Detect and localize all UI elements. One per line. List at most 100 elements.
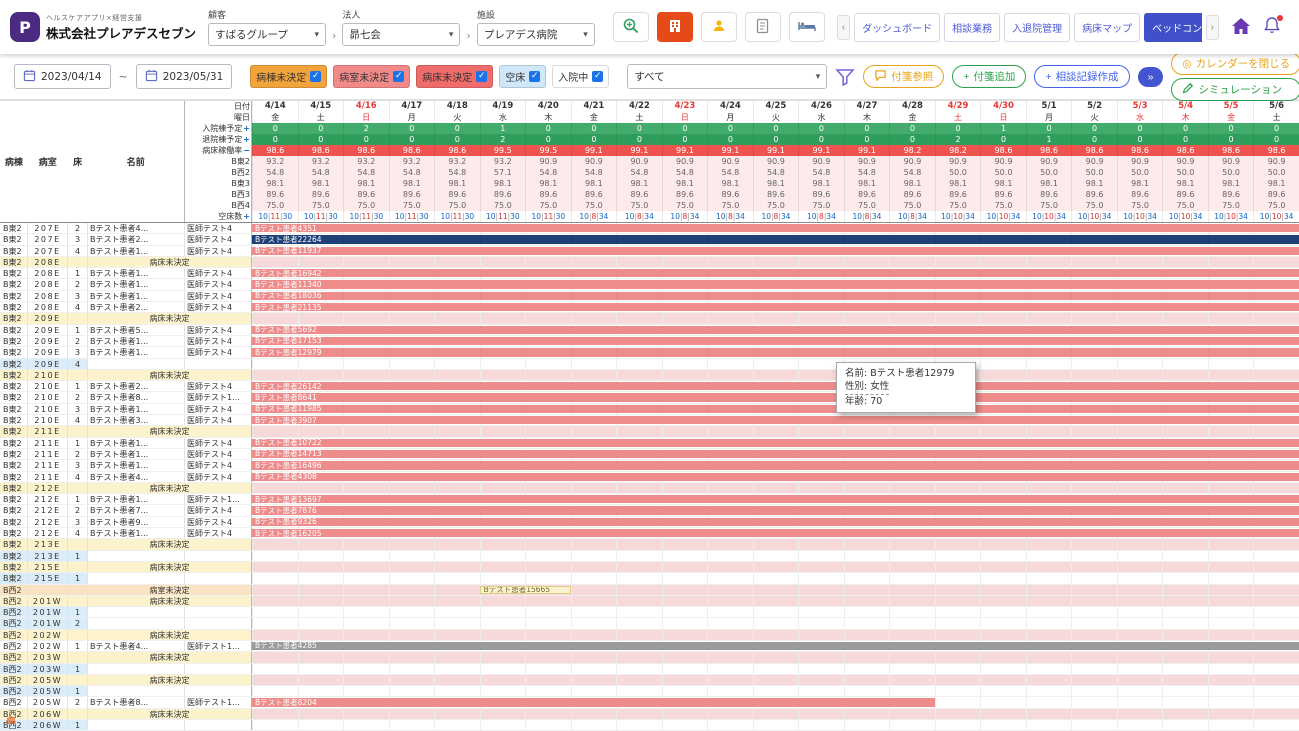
day-cell[interactable] <box>753 607 799 617</box>
day-cell[interactable] <box>980 551 1026 561</box>
gantt-bar[interactable]: Bテスト患者10722 <box>252 439 1299 447</box>
day-cell[interactable] <box>525 573 571 583</box>
day-cell[interactable] <box>434 539 480 549</box>
day-cell[interactable] <box>844 675 890 685</box>
day-cell[interactable] <box>298 370 344 380</box>
day-cell[interactable] <box>1253 551 1299 561</box>
record-view-button[interactable] <box>745 12 781 42</box>
day-cell[interactable] <box>1117 596 1163 606</box>
day-cell[interactable] <box>525 596 571 606</box>
day-cell[interactable] <box>662 562 708 572</box>
day-cell[interactable] <box>616 709 662 719</box>
day-cell[interactable] <box>480 596 526 606</box>
day-cell[interactable] <box>1117 607 1163 617</box>
gantt-bar[interactable]: Bテスト患者5692 <box>252 326 1299 334</box>
expand-icon[interactable]: + <box>243 135 250 144</box>
day-cell[interactable] <box>662 709 708 719</box>
day-cell[interactable] <box>980 630 1026 640</box>
day-cell[interactable] <box>662 539 708 549</box>
day-cell[interactable] <box>980 313 1026 323</box>
day-cell[interactable] <box>571 483 617 493</box>
day-cell[interactable] <box>1208 709 1254 719</box>
day-cell[interactable] <box>753 539 799 549</box>
day-cell[interactable] <box>389 630 435 640</box>
day-cell[interactable] <box>1253 573 1299 583</box>
day-cell[interactable] <box>980 686 1026 696</box>
day-cell[interactable] <box>662 675 708 685</box>
day-cell[interactable] <box>1253 664 1299 674</box>
day-cell[interactable] <box>889 596 935 606</box>
day-cell[interactable] <box>616 607 662 617</box>
day-cell[interactable] <box>434 370 480 380</box>
day-cell[interactable] <box>1162 359 1208 369</box>
day-cell[interactable] <box>753 686 799 696</box>
day-cell[interactable] <box>707 483 753 493</box>
day-cell[interactable] <box>298 562 344 572</box>
day-cell[interactable] <box>1026 573 1072 583</box>
day-cell[interactable] <box>389 607 435 617</box>
day-cell[interactable] <box>480 675 526 685</box>
day-cell[interactable] <box>480 720 526 730</box>
day-cell[interactable] <box>343 618 389 628</box>
day-cell[interactable] <box>935 652 981 662</box>
day-cell[interactable] <box>798 539 844 549</box>
day-cell[interactable] <box>343 573 389 583</box>
day-cell[interactable] <box>571 675 617 685</box>
day-cell[interactable] <box>616 630 662 640</box>
day-cell[interactable] <box>616 573 662 583</box>
day-cell[interactable] <box>571 652 617 662</box>
day-cell[interactable] <box>1162 426 1208 436</box>
zoom-search-button[interactable] <box>613 12 649 42</box>
day-cell[interactable] <box>980 359 1026 369</box>
day-cell[interactable] <box>1071 313 1117 323</box>
day-cell[interactable] <box>434 664 480 674</box>
day-cell[interactable] <box>889 257 935 267</box>
day-cell[interactable] <box>889 652 935 662</box>
day-cell[interactable] <box>707 720 753 730</box>
day-cell[interactable] <box>252 596 298 606</box>
gantt-bar[interactable]: Bテスト患者22264 <box>252 235 1299 243</box>
day-cell[interactable] <box>1208 664 1254 674</box>
day-cell[interactable] <box>480 426 526 436</box>
day-cell[interactable] <box>889 618 935 628</box>
day-cell[interactable] <box>298 596 344 606</box>
day-cell[interactable] <box>389 686 435 696</box>
day-cell[interactable] <box>616 675 662 685</box>
day-cell[interactable] <box>935 630 981 640</box>
day-cell[interactable] <box>844 562 890 572</box>
day-cell[interactable] <box>389 483 435 493</box>
day-cell[interactable] <box>889 607 935 617</box>
day-cell[interactable] <box>1071 675 1117 685</box>
day-cell[interactable] <box>343 686 389 696</box>
day-cell[interactable] <box>616 426 662 436</box>
day-cell[interactable] <box>252 426 298 436</box>
day-cell[interactable] <box>1162 709 1208 719</box>
day-cell[interactable] <box>343 652 389 662</box>
day-cell[interactable] <box>1026 607 1072 617</box>
day-cell[interactable] <box>252 257 298 267</box>
gantt-bar[interactable]: Bテスト患者8641 <box>252 393 1299 401</box>
day-cell[interactable] <box>434 585 480 595</box>
day-cell[interactable] <box>616 720 662 730</box>
day-cell[interactable] <box>844 652 890 662</box>
day-cell[interactable] <box>935 664 981 674</box>
day-cell[interactable] <box>252 539 298 549</box>
day-cell[interactable] <box>616 686 662 696</box>
day-cell[interactable] <box>1026 652 1072 662</box>
day-cell[interactable] <box>525 483 571 493</box>
day-cell[interactable] <box>1208 720 1254 730</box>
day-cell[interactable] <box>480 686 526 696</box>
day-cell[interactable] <box>252 652 298 662</box>
day-cell[interactable] <box>753 359 799 369</box>
day-cell[interactable] <box>1026 313 1072 323</box>
day-cell[interactable] <box>434 483 480 493</box>
day-cell[interactable] <box>480 607 526 617</box>
day-cell[interactable] <box>298 573 344 583</box>
day-cell[interactable] <box>434 562 480 572</box>
day-cell[interactable] <box>389 257 435 267</box>
day-cell[interactable] <box>434 709 480 719</box>
calendar-close-button[interactable]: ◎ カレンダーを閉じる <box>1171 52 1299 75</box>
day-cell[interactable] <box>980 573 1026 583</box>
checkbox-checked-icon[interactable]: ✓ <box>393 71 404 82</box>
day-cell[interactable] <box>252 483 298 493</box>
